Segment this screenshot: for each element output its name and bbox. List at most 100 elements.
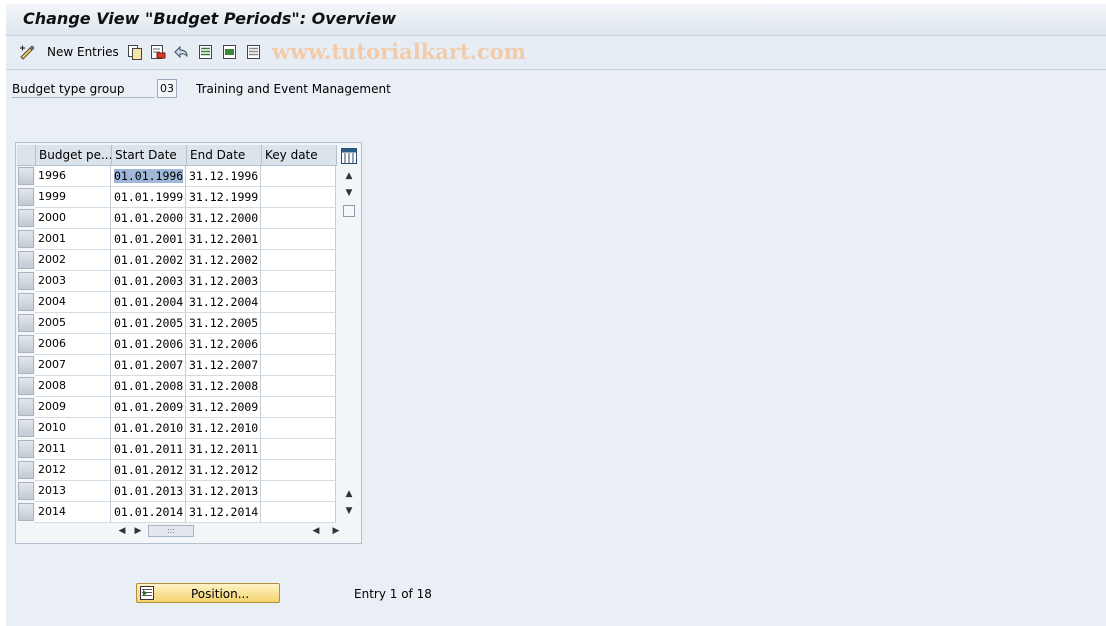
row-selector-button[interactable] bbox=[18, 188, 34, 206]
row-selector-button[interactable] bbox=[18, 440, 34, 458]
budget-type-group-field: 03 bbox=[157, 79, 177, 98]
table-row: 2005 01.01.2005 31.12.2005 bbox=[17, 313, 336, 334]
row-selector-button[interactable] bbox=[18, 230, 34, 248]
cell-end-date: 31.12.2014 bbox=[186, 502, 261, 523]
cell-start-date: 01.01.2000 bbox=[111, 208, 186, 229]
copy-as-icon[interactable] bbox=[127, 44, 143, 60]
scroll-left-end-icon[interactable]: ◀ bbox=[308, 524, 324, 538]
row-selector-button[interactable] bbox=[18, 293, 34, 311]
table-settings-icon[interactable] bbox=[341, 148, 357, 164]
cell-key-date[interactable] bbox=[261, 460, 336, 481]
cell-key-date[interactable] bbox=[261, 229, 336, 250]
select-block-icon[interactable] bbox=[222, 44, 238, 60]
display-change-icon[interactable] bbox=[19, 44, 35, 60]
budget-type-group-label: Budget type group bbox=[12, 82, 155, 98]
page-down-icon[interactable]: ▼ bbox=[341, 504, 357, 518]
table-row: 2011 01.01.2011 31.12.2011 bbox=[17, 439, 336, 460]
cell-start-date: 01.01.2004 bbox=[111, 292, 186, 313]
cell-key-date[interactable] bbox=[261, 271, 336, 292]
row-selector-button[interactable] bbox=[18, 251, 34, 269]
watermark: www.tutorialkart.com bbox=[272, 39, 526, 64]
column-header-end-date[interactable]: End Date bbox=[187, 145, 262, 165]
cell-key-date[interactable] bbox=[261, 166, 336, 187]
cell-key-date[interactable] bbox=[261, 313, 336, 334]
select-all-rows-button[interactable] bbox=[17, 145, 36, 165]
cell-end-date: 31.12.2011 bbox=[186, 439, 261, 460]
cell-key-date[interactable] bbox=[261, 481, 336, 502]
cell-budget-period: 2011 bbox=[35, 439, 111, 460]
cell-end-date: 31.12.2010 bbox=[186, 418, 261, 439]
row-selector-button[interactable] bbox=[18, 356, 34, 374]
select-all-icon[interactable] bbox=[198, 44, 214, 60]
scroll-right-icon[interactable]: ▶ bbox=[130, 524, 146, 538]
row-selector-button[interactable] bbox=[18, 335, 34, 353]
scroll-down-icon[interactable]: ▼ bbox=[341, 186, 357, 200]
row-selector-button[interactable] bbox=[18, 461, 34, 479]
column-header-budget-period[interactable]: Budget pe... bbox=[36, 145, 112, 165]
table-row: 1996 01.01.1996 31.12.1996 bbox=[17, 166, 336, 187]
column-header-start-date[interactable]: Start Date bbox=[112, 145, 187, 165]
row-selector-button[interactable] bbox=[18, 482, 34, 500]
page-title: Change View "Budget Periods": Overview bbox=[23, 9, 396, 28]
table-row: 2008 01.01.2008 31.12.2008 bbox=[17, 376, 336, 397]
deselect-all-icon[interactable] bbox=[246, 44, 262, 60]
cell-key-date[interactable] bbox=[261, 208, 336, 229]
row-selector-button[interactable] bbox=[18, 503, 34, 521]
cell-end-date: 31.12.2006 bbox=[186, 334, 261, 355]
row-selector-button[interactable] bbox=[18, 419, 34, 437]
scroll-up-icon[interactable]: ▲ bbox=[341, 169, 357, 183]
row-selector-button[interactable] bbox=[18, 314, 34, 332]
cell-key-date[interactable] bbox=[261, 502, 336, 523]
position-icon bbox=[140, 586, 154, 600]
table-row: 2001 01.01.2001 31.12.2001 bbox=[17, 229, 336, 250]
table-row: 2010 01.01.2010 31.12.2010 bbox=[17, 418, 336, 439]
cell-end-date: 31.12.2000 bbox=[186, 208, 261, 229]
cell-end-date: 31.12.1996 bbox=[186, 166, 261, 187]
scroll-left-icon[interactable]: ◀ bbox=[114, 524, 130, 538]
cell-end-date: 31.12.2003 bbox=[186, 271, 261, 292]
cell-key-date[interactable] bbox=[261, 418, 336, 439]
entry-counter: Entry 1 of 18 bbox=[354, 587, 432, 601]
table-row: 1999 01.01.1999 31.12.1999 bbox=[17, 187, 336, 208]
cell-budget-period: 2006 bbox=[35, 334, 111, 355]
cell-budget-period: 2007 bbox=[35, 355, 111, 376]
row-selector-button[interactable] bbox=[18, 398, 34, 416]
vertical-scrollbar[interactable]: ▲ ▼ ▲ ▼ bbox=[341, 169, 357, 521]
table-row: 2003 01.01.2003 31.12.2003 bbox=[17, 271, 336, 292]
undo-change-icon[interactable] bbox=[173, 44, 189, 60]
cell-key-date[interactable] bbox=[261, 397, 336, 418]
title-bar: Change View "Budget Periods": Overview bbox=[6, 4, 1106, 36]
page-up-icon[interactable]: ▲ bbox=[341, 487, 357, 501]
scroll-right-end-icon[interactable]: ▶ bbox=[328, 524, 344, 538]
row-selector-button[interactable] bbox=[18, 209, 34, 227]
cell-key-date[interactable] bbox=[261, 439, 336, 460]
position-button[interactable]: Position... bbox=[136, 583, 280, 603]
cell-key-date[interactable] bbox=[261, 376, 336, 397]
cell-budget-period: 2004 bbox=[35, 292, 111, 313]
cell-key-date[interactable] bbox=[261, 250, 336, 271]
delete-icon[interactable] bbox=[150, 44, 166, 60]
selected-cell-text: 01.01.1996 bbox=[114, 169, 184, 183]
cell-key-date[interactable] bbox=[261, 334, 336, 355]
cell-budget-period: 2009 bbox=[35, 397, 111, 418]
scroll-thumb[interactable] bbox=[343, 205, 355, 217]
cell-end-date: 31.12.2005 bbox=[186, 313, 261, 334]
cell-budget-period: 2013 bbox=[35, 481, 111, 502]
cell-key-date[interactable] bbox=[261, 187, 336, 208]
row-selector-button[interactable] bbox=[18, 167, 34, 185]
table-row: 2002 01.01.2002 31.12.2002 bbox=[17, 250, 336, 271]
column-header-key-date[interactable]: Key date bbox=[262, 145, 337, 165]
new-entries-button[interactable]: New Entries bbox=[47, 45, 119, 59]
table-row: 2004 01.01.2004 31.12.2004 bbox=[17, 292, 336, 313]
row-selector-button[interactable] bbox=[18, 272, 34, 290]
table-row: 2013 01.01.2013 31.12.2013 bbox=[17, 481, 336, 502]
row-selector-button[interactable] bbox=[18, 377, 34, 395]
cell-budget-period: 1999 bbox=[35, 187, 111, 208]
table-body: 1996 01.01.1996 31.12.1996 1999 01.01.1999 31… bbox=[17, 166, 336, 523]
cell-key-date[interactable] bbox=[261, 292, 336, 313]
cell-key-date[interactable] bbox=[261, 355, 336, 376]
cell-budget-period: 1996 bbox=[35, 166, 111, 187]
budget-type-group-description: Training and Event Management bbox=[196, 82, 391, 96]
horizontal-scrollbar[interactable]: ◀ ▶ ::: ◀ ▶ bbox=[114, 524, 354, 538]
horizontal-scroll-thumb[interactable]: ::: bbox=[148, 525, 194, 537]
